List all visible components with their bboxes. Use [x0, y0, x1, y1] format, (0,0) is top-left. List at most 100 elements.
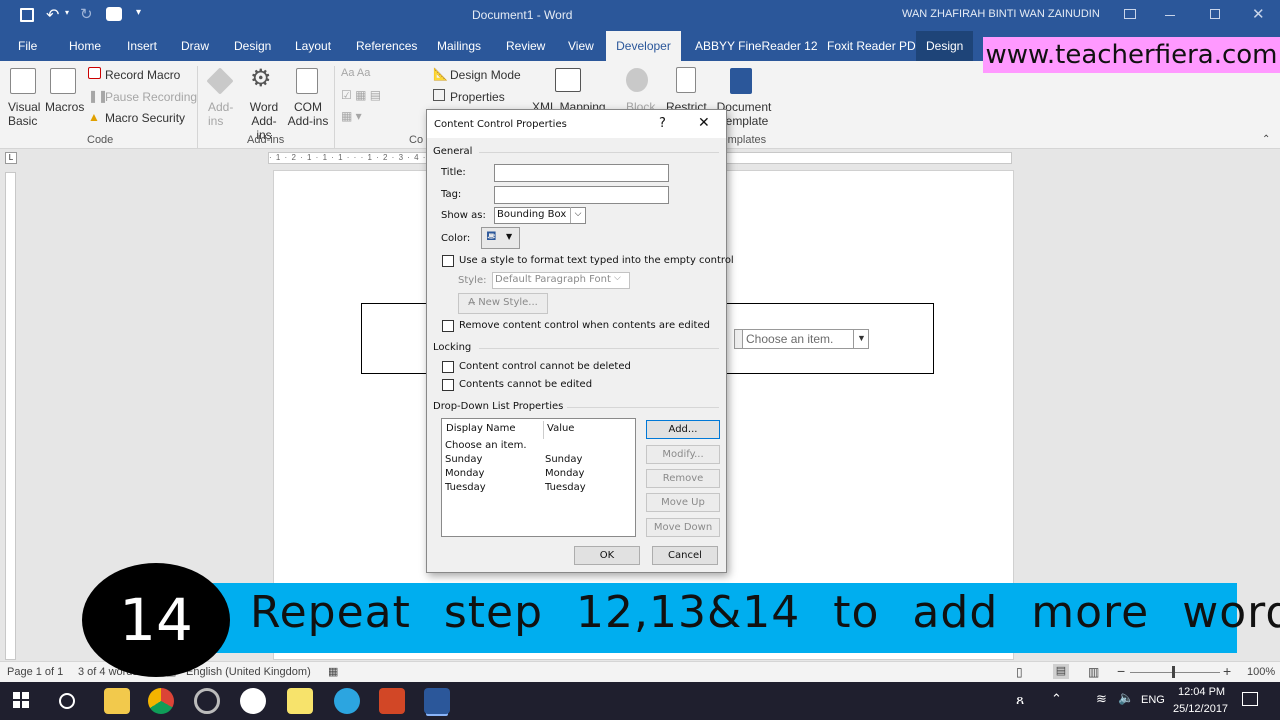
macros-button[interactable]: Macros	[45, 100, 84, 114]
vertical-ruler[interactable]	[5, 172, 16, 660]
remove-button[interactable]: Remove	[646, 469, 720, 488]
tab-design[interactable]: Design	[234, 31, 271, 61]
design-mode-button[interactable]: Design Mode	[450, 68, 521, 82]
close-window-icon[interactable]: ✕	[1252, 5, 1265, 23]
add-button[interactable]: Add...	[646, 420, 720, 439]
restore-icon[interactable]	[1210, 9, 1220, 19]
zoom-slider-thumb[interactable]	[1172, 666, 1175, 678]
list-item[interactable]: Tuesday Tuesday	[444, 482, 633, 496]
use-style-checkbox[interactable]	[442, 255, 454, 267]
cortana-search-icon[interactable]	[59, 693, 75, 709]
volume-icon[interactable]: 🔈	[1118, 690, 1134, 706]
cancel-button[interactable]: Cancel	[652, 546, 718, 565]
tab-foxit[interactable]: Foxit Reader PDF	[827, 31, 923, 61]
tab-developer[interactable]: Developer	[606, 31, 681, 61]
show-as-chevron-icon[interactable]: ⌵	[570, 207, 585, 223]
wps-icon[interactable]	[240, 688, 266, 714]
zoom-slider[interactable]	[1130, 672, 1220, 673]
telegram-icon[interactable]	[334, 688, 360, 714]
tab-selector[interactable]: L	[5, 152, 17, 164]
tab-insert[interactable]: Insert	[127, 31, 157, 61]
tab-file[interactable]: File	[18, 31, 37, 61]
macro-recording-icon[interactable]: ▦	[328, 665, 338, 678]
tab-layout[interactable]: Layout	[295, 31, 331, 61]
tab-home[interactable]: Home	[69, 31, 101, 61]
save-icon[interactable]	[20, 8, 34, 22]
title-input[interactable]	[494, 164, 669, 182]
read-mode-icon[interactable]: ▯	[1016, 665, 1023, 679]
redo-icon[interactable]: ↻	[80, 5, 93, 23]
language[interactable]: English (United Kingdom)	[186, 666, 311, 678]
list-item[interactable]: Sunday Sunday	[444, 454, 633, 468]
content-control-handle[interactable]	[734, 329, 743, 349]
new-style-button[interactable]: A̶ New Style...	[458, 293, 548, 314]
tab-draw[interactable]: Draw	[181, 31, 209, 61]
ok-button[interactable]: OK	[574, 546, 640, 565]
list-item-value: Monday	[545, 468, 585, 479]
list-item[interactable]: Monday Monday	[444, 468, 633, 482]
print-layout-icon[interactable]: ▤	[1053, 664, 1069, 679]
dropdown-content-control[interactable]: Choose an item. ▼	[734, 329, 869, 349]
record-macro-button[interactable]: Record Macro	[105, 68, 180, 82]
minimize-icon[interactable]	[1165, 15, 1175, 16]
cannot-delete-checkbox[interactable]	[442, 361, 454, 373]
ribbon-display-options-icon[interactable]	[1124, 9, 1136, 19]
modify-button[interactable]: Modify...	[646, 445, 720, 464]
pause-recording-button[interactable]: Pause Recording	[105, 90, 197, 104]
action-center-icon[interactable]	[1242, 692, 1258, 706]
list-item[interactable]: Choose an item.	[444, 440, 633, 454]
macro-security-button[interactable]: Macro Security	[105, 111, 185, 125]
tab-table-design[interactable]: Design	[916, 31, 974, 61]
app-icon[interactable]	[194, 688, 220, 714]
dropdown-arrow-icon[interactable]: ▼	[853, 329, 869, 349]
wifi-icon[interactable]: ≋	[1096, 691, 1107, 707]
tab-review[interactable]: Review	[506, 31, 545, 61]
clock-time[interactable]: 12:04 PM	[1178, 686, 1225, 698]
tab-references[interactable]: References	[356, 31, 417, 61]
customize-toolbar-icon[interactable]: ▾	[136, 7, 141, 18]
checkbox-control-icon[interactable]: ☑ ▦ ▤	[341, 88, 381, 102]
user-name[interactable]: WAN ZHAFIRAH BINTI WAN ZAINUDIN	[902, 8, 1100, 20]
sticky-notes-icon[interactable]	[287, 688, 313, 714]
file-explorer-icon[interactable]	[104, 688, 130, 714]
touch-mode-icon[interactable]	[106, 7, 122, 21]
column-header-value[interactable]: Value	[547, 423, 574, 434]
legacy-tools-icon[interactable]: ▦ ▾	[341, 109, 362, 123]
undo-dropdown-icon[interactable]: ▾	[65, 8, 69, 17]
windows-start-icon[interactable]	[13, 692, 29, 708]
page-count[interactable]: Page 1 of 1	[7, 666, 63, 678]
tab-mailings[interactable]: Mailings	[437, 31, 481, 61]
people-icon[interactable]: ጸ	[1016, 691, 1024, 708]
word-icon[interactable]	[424, 688, 450, 714]
web-layout-icon[interactable]: ▥	[1088, 665, 1099, 679]
chrome-icon[interactable]	[148, 688, 174, 714]
input-language[interactable]: ENG	[1141, 694, 1165, 706]
dropdown-list-items[interactable]: Display Name Value Choose an item. Sunda…	[441, 418, 636, 537]
undo-icon[interactable]: ↶	[46, 5, 59, 25]
style-select[interactable]: Default Paragraph Font ⌵	[492, 272, 630, 289]
collapse-ribbon-icon[interactable]: ⌃	[1262, 134, 1270, 145]
com-add-ins-button[interactable]: COM Add-ins	[287, 100, 329, 128]
column-header-display-name[interactable]: Display Name	[446, 423, 516, 434]
tag-input[interactable]	[494, 186, 669, 204]
clock-date[interactable]: 25/12/2017	[1173, 703, 1228, 715]
help-icon[interactable]: ?	[659, 116, 666, 131]
close-icon[interactable]: ✕	[698, 115, 710, 131]
tab-view[interactable]: View	[568, 31, 594, 61]
zoom-out-icon[interactable]: −	[1117, 663, 1125, 679]
show-hidden-icons-icon[interactable]: ⌃	[1051, 691, 1062, 707]
powerpoint-icon[interactable]	[379, 688, 405, 714]
zoom-level[interactable]: 100%	[1247, 666, 1275, 678]
properties-button[interactable]: Properties	[450, 90, 505, 104]
move-down-button[interactable]: Move Down	[646, 518, 720, 537]
cannot-edit-checkbox[interactable]	[442, 379, 454, 391]
color-picker-button[interactable]: ⛾ ▼	[481, 227, 520, 249]
show-as-select[interactable]: Bounding Box ⌵	[494, 207, 586, 224]
add-ins-button[interactable]: Add-ins	[208, 100, 238, 128]
tab-abbyy[interactable]: ABBYY FineReader 12	[695, 31, 818, 61]
move-up-button[interactable]: Move Up	[646, 493, 720, 512]
visual-basic-button[interactable]: Visual Basic	[8, 100, 40, 128]
zoom-in-icon[interactable]: +	[1223, 663, 1231, 679]
remove-control-checkbox[interactable]	[442, 320, 454, 332]
rich-text-control-icon[interactable]: Aa Aa	[341, 67, 370, 79]
